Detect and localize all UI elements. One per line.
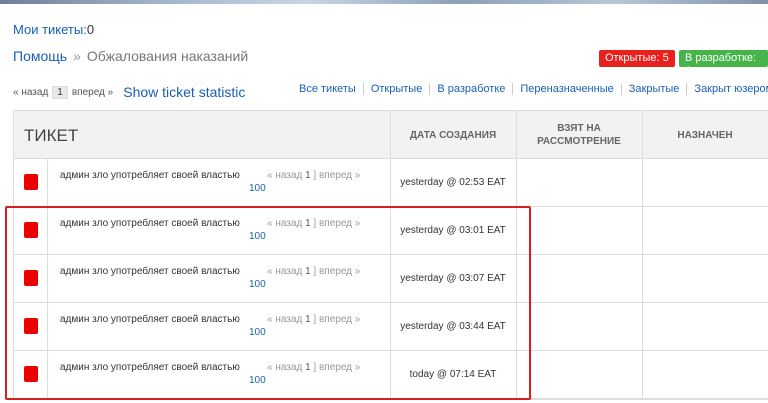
row-pager-next[interactable]: вперед » [319,170,360,181]
open-tickets-badge[interactable]: Открытые: 5 [599,50,675,67]
table-row[interactable]: админ зло употребляет своей властью « на… [14,159,768,207]
breadcrumb-current: Обжалования наказаний [86,48,249,64]
in-dev-tickets-badge[interactable]: В разработке: 6 [679,50,768,77]
ticket-score: 100 [249,183,266,194]
pager-next-link[interactable]: вперед » [72,87,113,98]
filter-reassigned[interactable]: Переназначенные [512,83,620,95]
pager-prev-link[interactable]: « назад [13,87,48,98]
pager-page-number[interactable]: 1 [52,85,68,99]
column-header-taken[interactable]: Взят на рассмотрение [516,111,642,159]
breadcrumb-home-link[interactable]: Помощь [13,48,67,64]
column-header-assigned[interactable]: Назначен [642,111,768,159]
row-pager-prev[interactable]: « назад [267,170,302,181]
table-header: Тикет Дата создания Взят на рассмотрение… [14,111,768,159]
row-pager-page[interactable]: 1 [305,170,311,181]
filter-all-tickets[interactable]: Все тикеты [299,83,363,95]
my-tickets-label[interactable]: Мои тикеты: [13,22,87,37]
my-tickets-count: 0 [86,22,95,37]
filter-open[interactable]: Открытые [362,83,430,95]
filter-in-dev[interactable]: В разработке [429,83,512,95]
filter-closed-by-user[interactable]: Закрыт юзером [686,83,768,95]
row-pager: « назад 1 ] вперед » [267,170,360,181]
ticket-filter-bar: Все тикеты Открытые В разработке Переназ… [299,83,768,95]
top-image-strip [0,0,768,4]
column-header-ticket[interactable]: Тикет [24,111,324,159]
top-pager: « назад 1 вперед » Show ticket statistic [13,84,245,100]
ticket-statistic-link[interactable]: Show ticket statistic [123,84,245,100]
row-pager-bracket: ] [313,170,317,181]
status-indicator [24,174,38,190]
filter-closed[interactable]: Закрытые [620,83,687,95]
ticket-created-date: yesterday @ 02:53 EAT [400,177,506,188]
my-tickets-counter[interactable]: Мои тикеты:0 [13,22,94,37]
ticket-subject-link[interactable]: админ зло употребляет своей властью [60,170,240,181]
breadcrumb: Помощь » Обжалования наказаний [13,48,248,64]
column-header-created[interactable]: Дата создания [390,111,516,159]
breadcrumb-separator: » [73,48,81,64]
highlight-box [5,206,531,400]
